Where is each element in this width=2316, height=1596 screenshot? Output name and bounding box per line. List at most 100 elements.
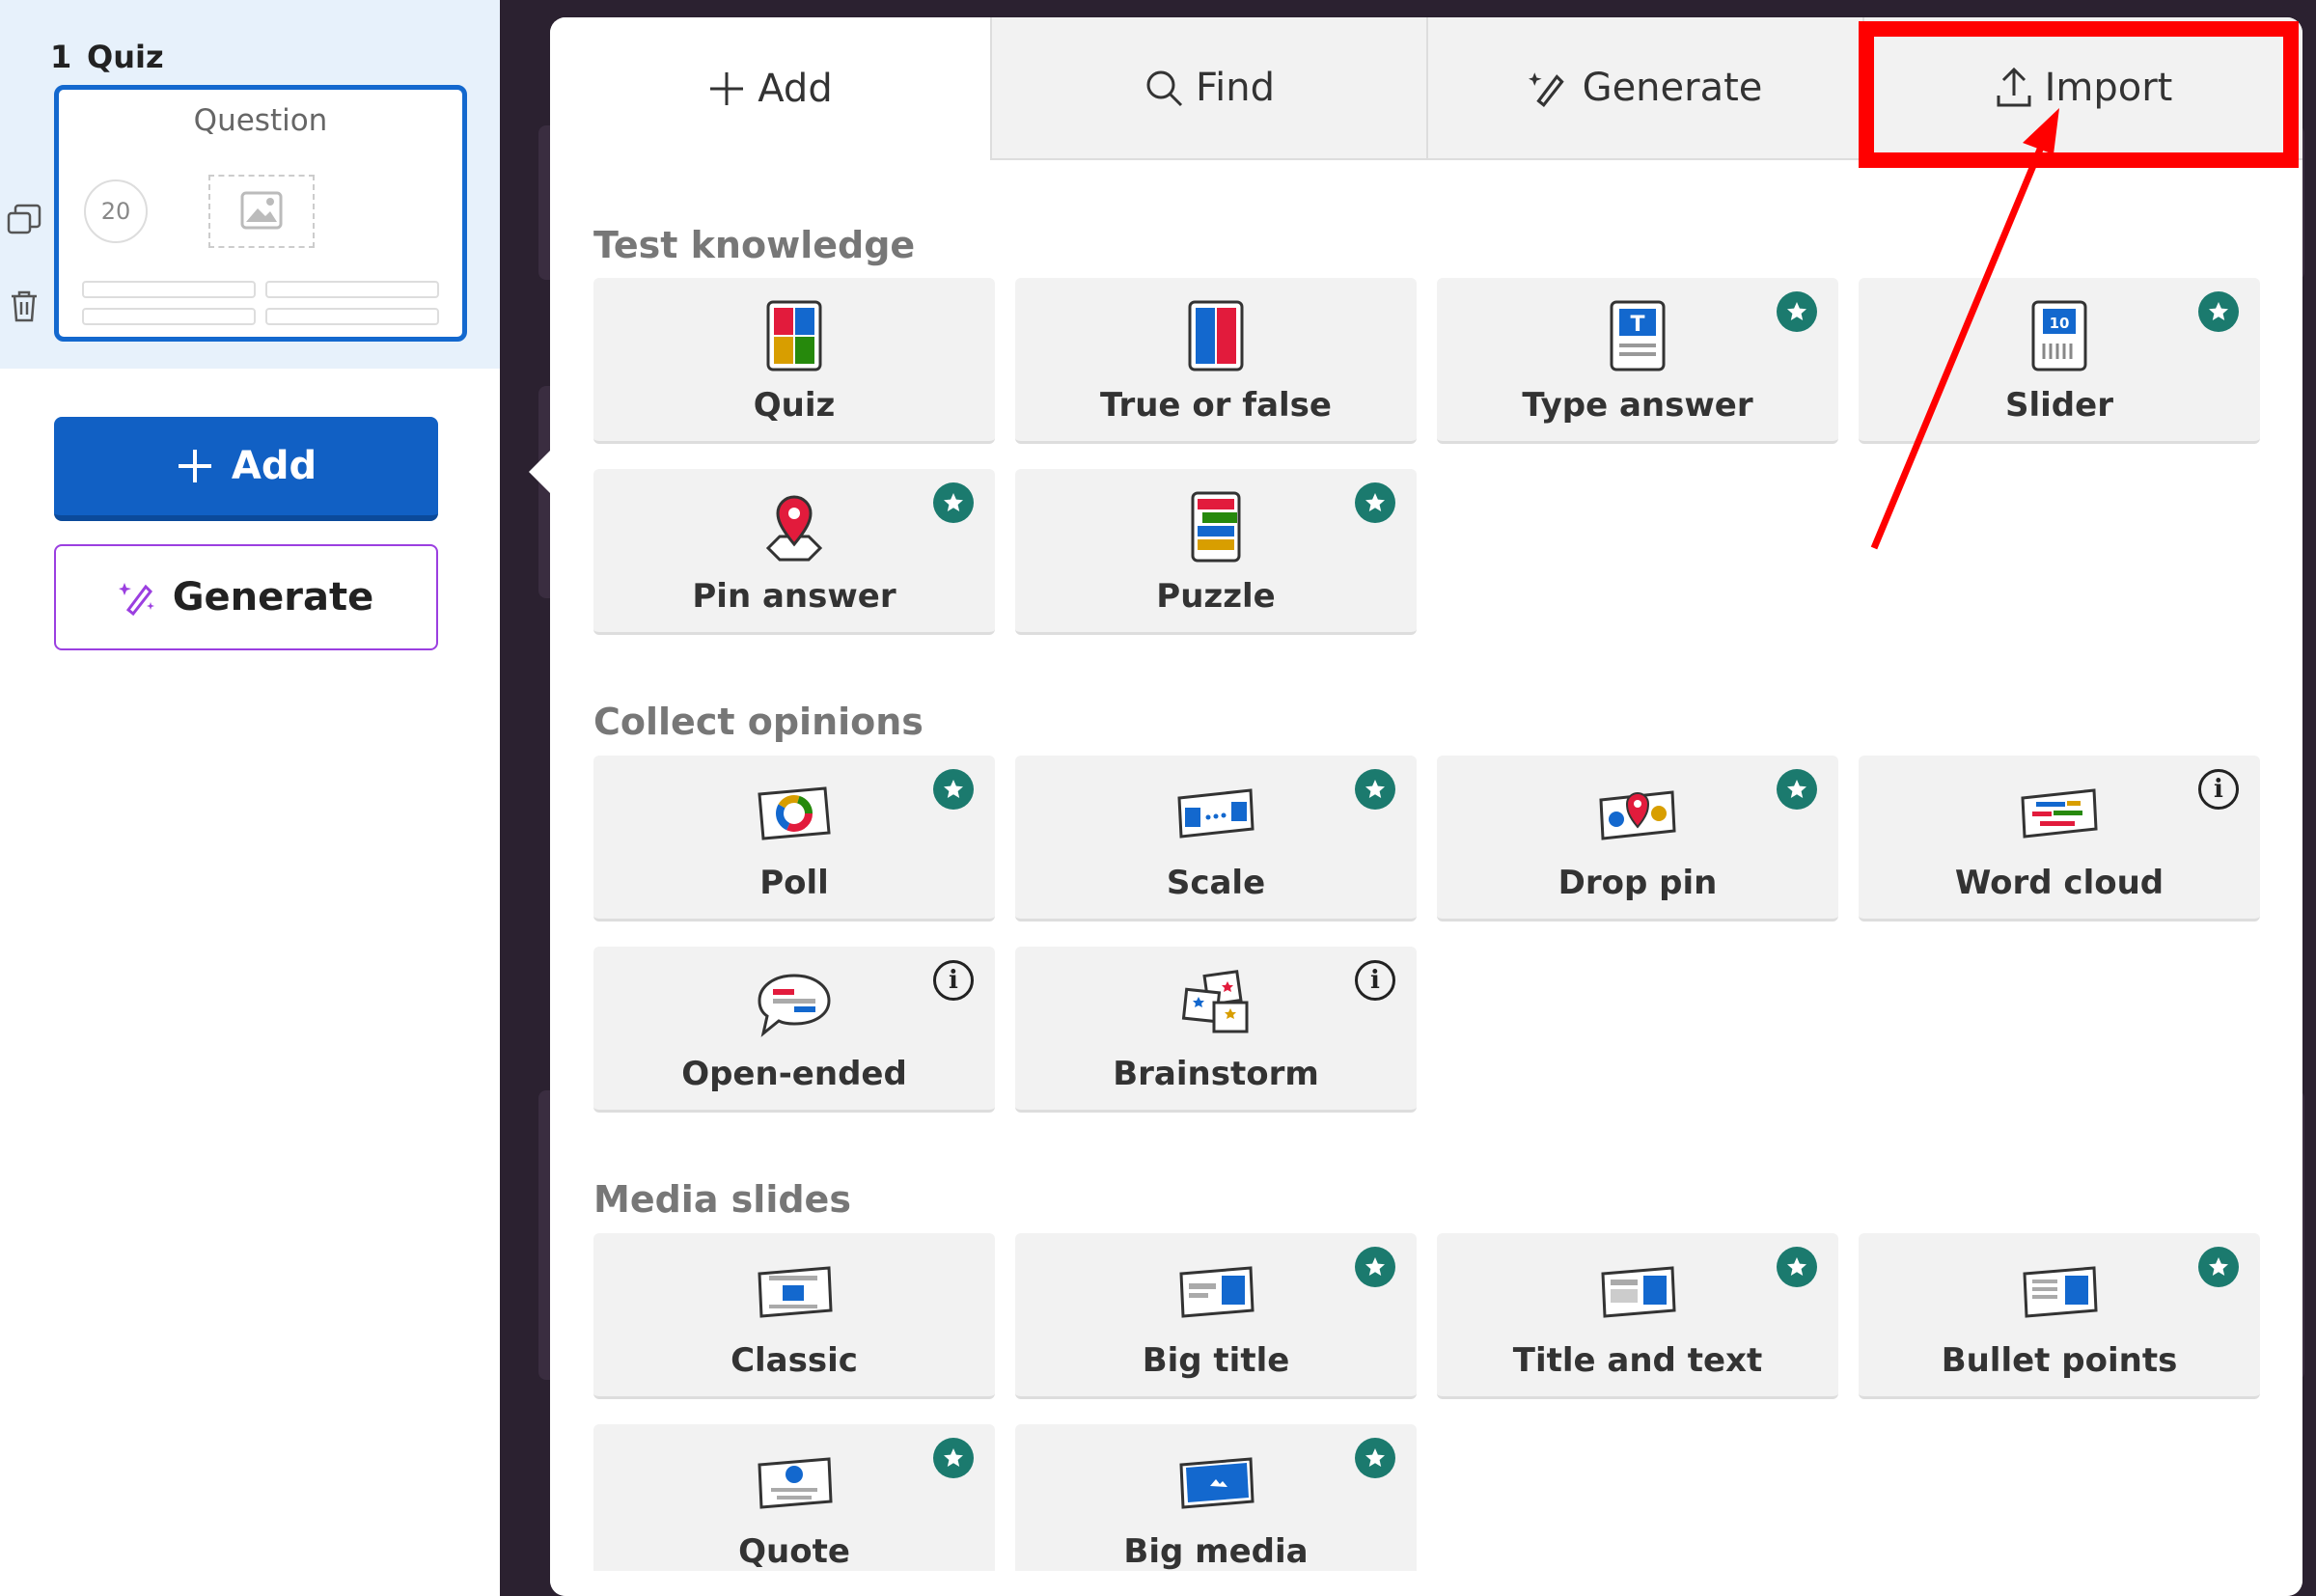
star-icon [1355,1247,1395,1287]
info-icon[interactable]: i [2198,769,2239,810]
slide-type-type-answer[interactable]: T Type answer [1437,278,1838,444]
tab-add[interactable]: Add [550,17,990,160]
word-cloud-icon [2016,777,2103,850]
slide-type-puzzle[interactable]: Puzzle [1015,469,1417,635]
quote-icon [751,1445,838,1519]
big-media-icon [1172,1445,1259,1519]
star-icon [1355,1438,1395,1478]
thumbnail-timer: 20 [84,179,148,243]
search-icon [1146,70,1183,107]
thumbnail-answer-slot [265,308,439,325]
slide-type-brainstorm[interactable]: i Brainstorm [1015,947,1417,1113]
plus-icon [178,450,211,482]
card-label: Scale [1166,864,1266,902]
slide-type-big-title[interactable]: Big title [1015,1233,1417,1399]
card-label: Brainstorm [1113,1055,1319,1093]
brainstorm-icon [1172,968,1259,1041]
tab-import[interactable]: Import [1862,17,2302,160]
card-label: Classic [731,1341,858,1380]
type-answer-icon: T [1594,299,1681,372]
tab-import-label: Import [2044,66,2173,110]
slide-type-list: Test knowledge Quiz True or false T Type… [550,160,2302,1596]
card-label: Poll [759,864,829,902]
star-icon [1777,1247,1817,1287]
generate-slide-label: Generate [172,575,374,619]
pin-answer-icon [751,490,838,564]
add-slide-label: Add [231,444,317,488]
star-icon [1777,769,1817,810]
slide-type-label: Quiz [87,39,164,75]
info-icon[interactable]: i [933,960,974,1001]
star-icon [933,482,974,523]
add-slide-button[interactable]: Add [54,417,438,521]
card-label: True or false [1100,386,1332,425]
card-label: Bullet points [1941,1341,2178,1380]
card-label: Title and text [1512,1341,1763,1380]
svg-text:10: 10 [2050,315,2070,332]
tab-find-label: Find [1196,66,1275,110]
slide-type-pin-answer[interactable]: Pin answer [593,469,995,635]
slide-type-word-cloud[interactable]: i Word cloud [1859,756,2260,922]
generate-slide-button[interactable]: Generate [54,544,438,650]
slide-type-scale[interactable]: Scale [1015,756,1417,922]
slide-list-item[interactable]: 1 Quiz Question 20 [0,0,500,369]
slide-type-quiz[interactable]: Quiz [593,278,995,444]
card-label: Quote [738,1532,850,1571]
slide-type-big-media[interactable]: Big media [1015,1424,1417,1590]
slide-type-poll[interactable]: Poll [593,756,995,922]
card-label: Open-ended [681,1055,907,1093]
title-and-text-icon [1594,1254,1681,1328]
poll-icon [751,777,838,850]
panel-pointer [529,449,552,495]
tab-generate-label: Generate [1582,66,1763,110]
magic-wand-icon [118,583,154,617]
star-icon [933,1438,974,1478]
star-icon [2198,291,2239,332]
star-icon [2198,1247,2239,1287]
card-label: Word cloud [1954,864,2164,902]
star-icon [933,769,974,810]
tab-generate[interactable]: Generate [1426,17,1862,160]
section-title: Test knowledge [593,224,916,266]
tab-find[interactable]: Find [990,17,1426,160]
trash-icon[interactable] [6,288,42,324]
slide-type-open-ended[interactable]: i Open-ended [593,947,995,1113]
card-label: Type answer [1522,386,1753,425]
bullet-points-icon [2016,1254,2103,1328]
slide-type-true-or-false[interactable]: True or false [1015,278,1417,444]
scale-icon [1172,777,1259,850]
thumbnail-question-text: Question [193,103,328,138]
big-title-icon [1172,1254,1259,1328]
card-label: Big title [1142,1341,1290,1380]
slider-icon: 10 [2016,299,2103,372]
slide-sidebar: 1 Quiz Question 20 Add Generate [0,0,500,1596]
star-icon [1355,482,1395,523]
classic-icon [751,1254,838,1328]
slide-number: 1 [50,39,72,75]
plus-icon [710,72,744,105]
slide-thumbnail[interactable]: Question 20 [54,85,467,342]
speech-bubble-icon [751,968,838,1041]
thumbnail-media-placeholder [208,175,315,248]
drop-pin-icon [1594,777,1681,850]
upload-icon [1997,67,2031,107]
slide-type-bullet-points[interactable]: Bullet points [1859,1233,2260,1399]
section-title: Media slides [593,1178,851,1221]
card-label: Drop pin [1558,864,1718,902]
slide-type-quote[interactable]: Quote [593,1424,995,1590]
info-icon[interactable]: i [1355,960,1395,1001]
quiz-icon [751,299,838,372]
panel-tabs: Add Find Generate Import [550,17,2302,160]
magic-wand-icon [1528,72,1564,108]
star-icon [1777,291,1817,332]
image-icon [240,191,283,230]
slide-type-title-and-text[interactable]: Title and text [1437,1233,1838,1399]
card-label: Puzzle [1156,577,1276,616]
true-or-false-icon [1172,299,1259,372]
card-label: Pin answer [692,577,896,616]
slide-type-slider[interactable]: 10 Slider [1859,278,2260,444]
slide-type-classic[interactable]: Classic [593,1233,995,1399]
thumbnail-answer-slot [82,308,256,325]
duplicate-icon[interactable] [6,203,42,239]
slide-type-drop-pin[interactable]: Drop pin [1437,756,1838,922]
